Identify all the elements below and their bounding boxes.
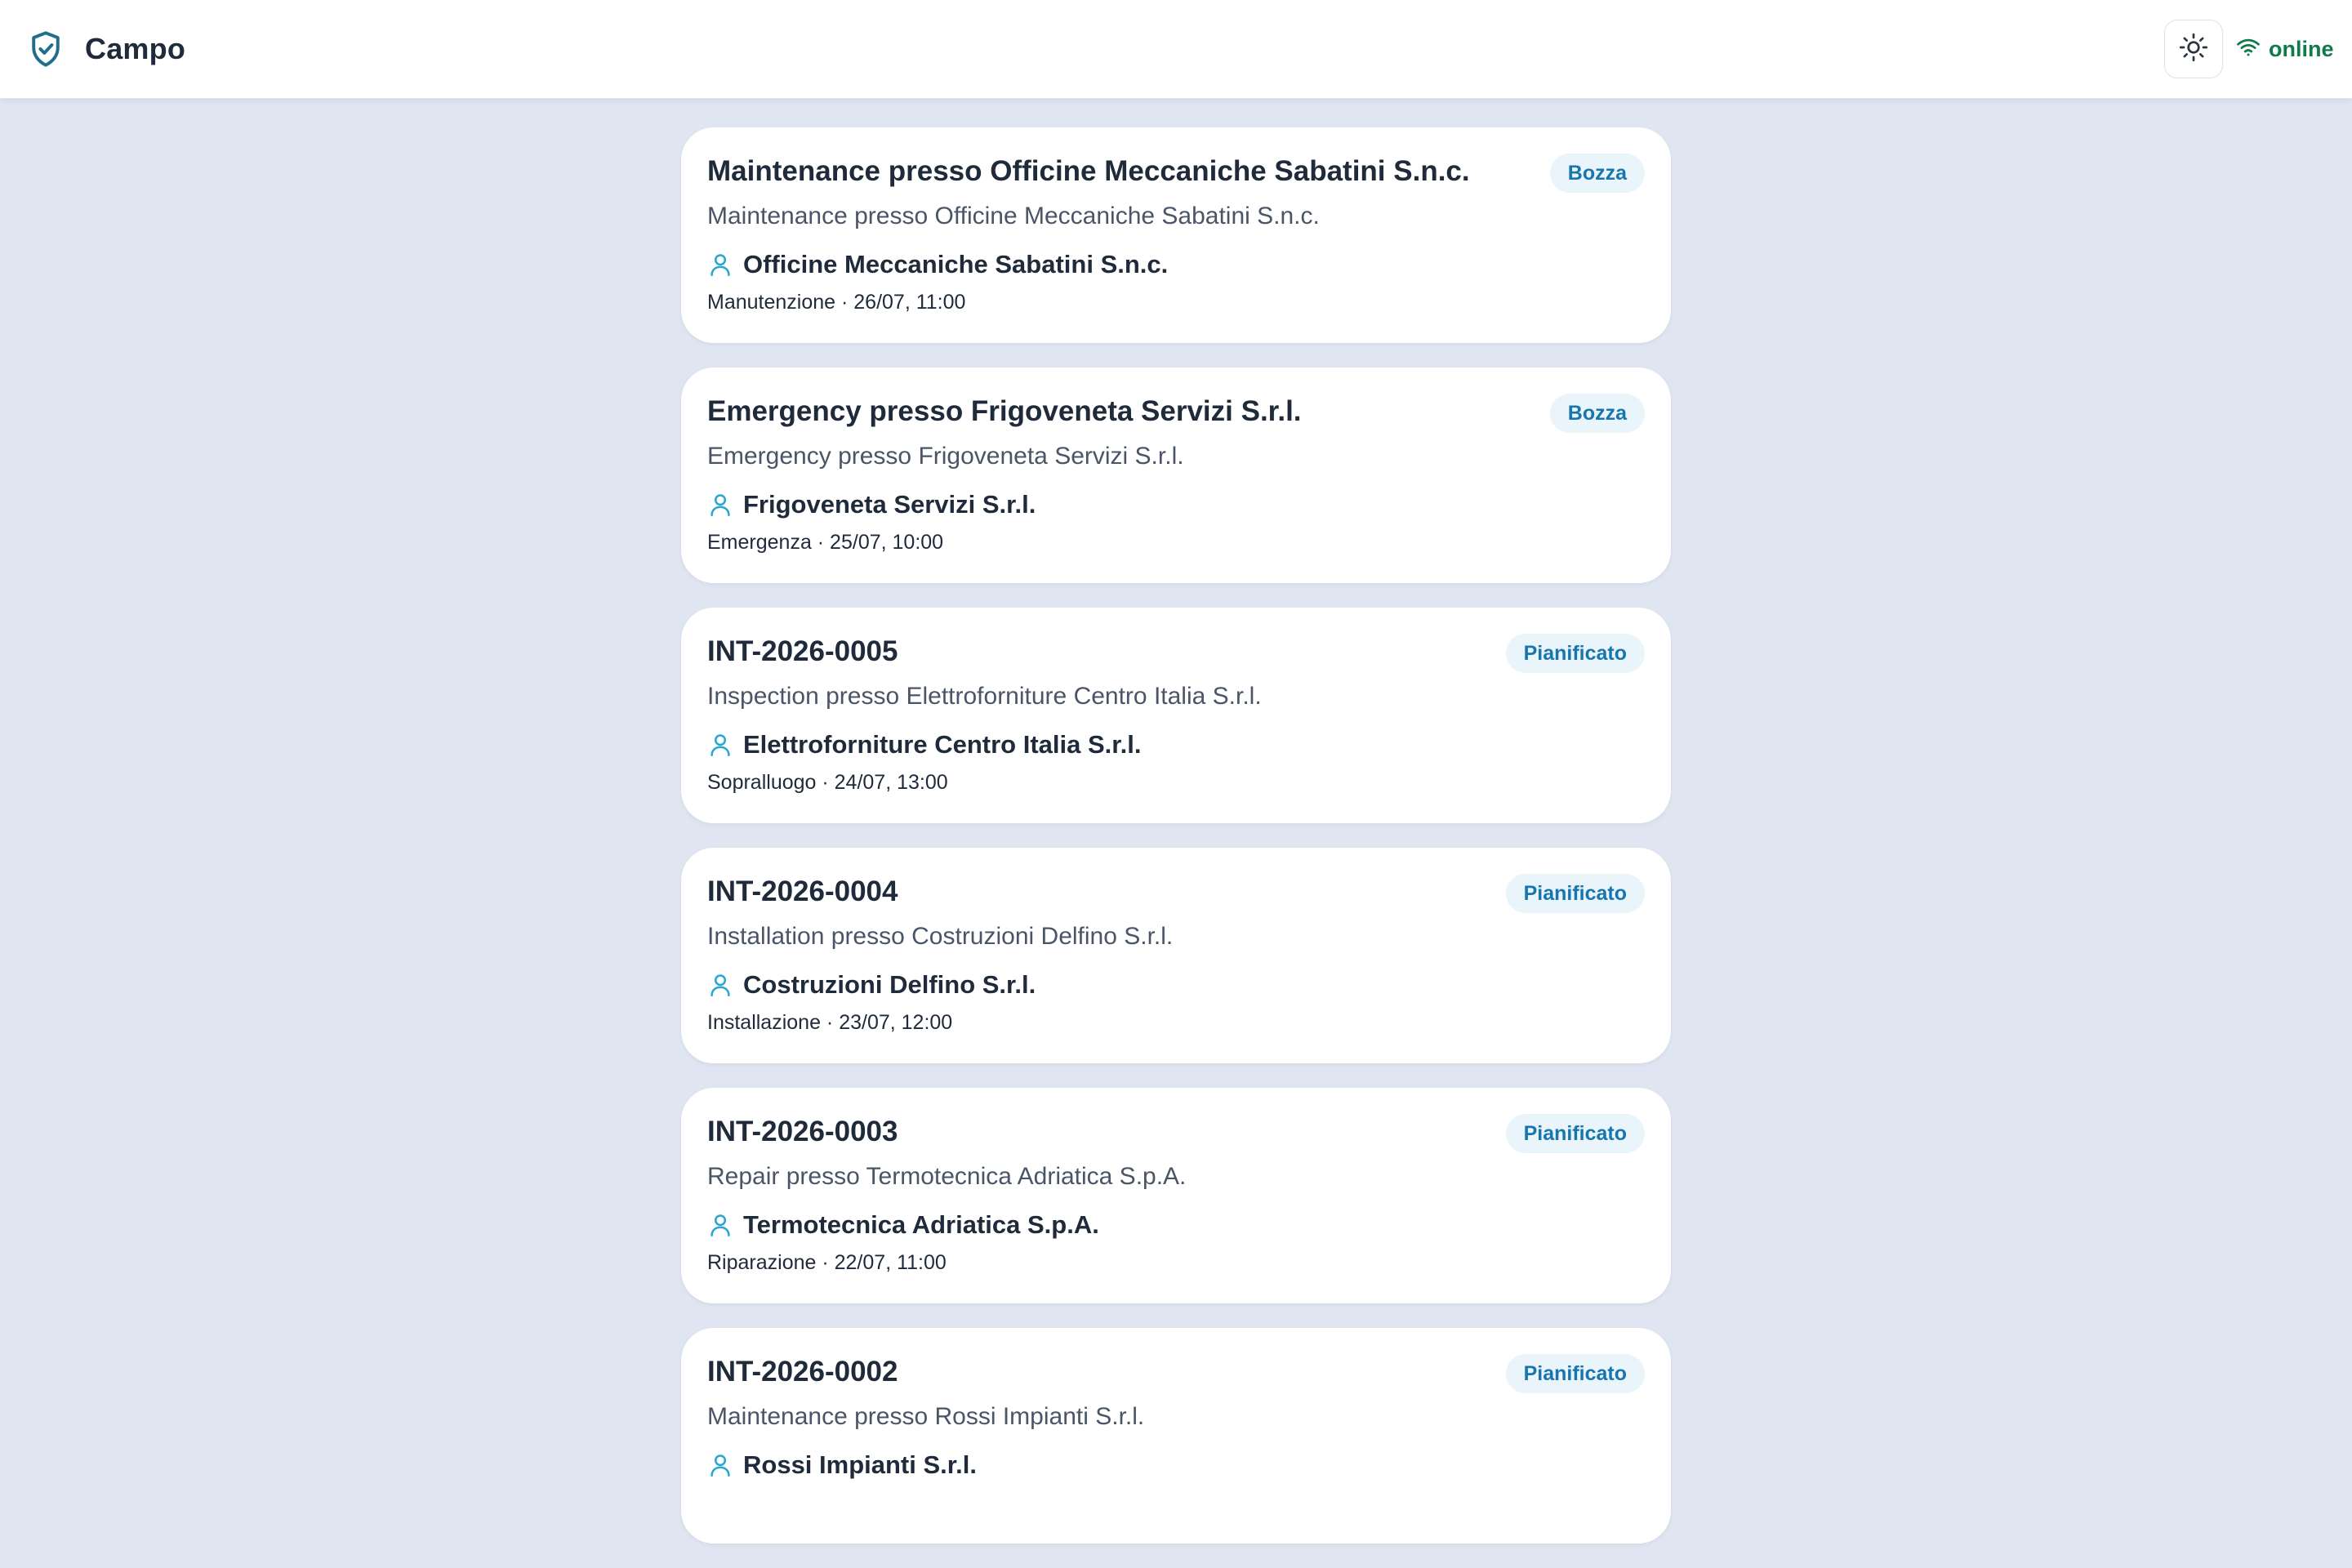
intervention-meta: Manutenzione · 26/07, 11:00 [707, 291, 966, 314]
client-name: Frigoveneta Servizi S.r.l. [743, 490, 1036, 519]
status-badge: Pianificato [1505, 874, 1645, 913]
client-row: Costruzioni Delfino S.r.l. [707, 969, 1036, 1001]
person-icon [707, 1212, 733, 1238]
person-icon [707, 252, 733, 278]
intervention-meta: Emergenza · 25/07, 10:00 [707, 531, 944, 554]
client-row: Rossi Impianti S.r.l. [707, 1449, 977, 1481]
intervention-title: Maintenance presso Officine Meccaniche S… [707, 155, 1470, 187]
intervention-meta: Riparazione · 22/07, 11:00 [707, 1251, 947, 1274]
intervention-description: Maintenance presso Rossi Impianti S.r.l. [707, 1403, 1145, 1430]
client-name: Rossi Impianti S.r.l. [743, 1450, 977, 1479]
intervention-title: INT-2026-0005 [707, 635, 898, 667]
intervention-card[interactable]: Maintenance presso Officine Meccaniche S… [681, 127, 1671, 343]
status-badge: Pianificato [1505, 634, 1645, 673]
intervention-card[interactable]: INT-2026-0005 Pianificato Inspection press… [681, 608, 1671, 823]
theme-toggle-button[interactable] [2164, 20, 2223, 78]
intervention-list: Maintenance presso Officine Meccaniche S… [681, 127, 1671, 1568]
status-badge: Bozza [1549, 154, 1645, 193]
client-name: Termotecnica Adriatica S.p.A. [743, 1210, 1099, 1239]
intervention-card[interactable]: Emergency presso Frigoveneta Servizi S.r… [681, 368, 1671, 583]
brand: Campo [28, 24, 185, 74]
intervention-title: INT-2026-0004 [707, 875, 898, 907]
intervention-meta: Installazione · 23/07, 12:00 [707, 1011, 953, 1034]
client-row: Elettroforniture Centro Italia S.r.l. [707, 728, 1141, 761]
intervention-description: Emergency presso Frigoveneta Servizi S.r… [707, 443, 1184, 470]
status-badge: Pianificato [1505, 1114, 1645, 1153]
client-row: Officine Meccaniche Sabatini S.n.c. [707, 248, 1168, 281]
app-title: Campo [85, 32, 186, 65]
client-name: Officine Meccaniche Sabatini S.n.c. [743, 250, 1169, 278]
client-name: Costruzioni Delfino S.r.l. [743, 970, 1036, 999]
shield-check-icon [28, 29, 64, 69]
client-row: Frigoveneta Servizi S.r.l. [707, 488, 1036, 521]
client-row: Termotecnica Adriatica S.p.A. [707, 1209, 1099, 1241]
intervention-title: Emergency presso Frigoveneta Servizi S.r… [707, 395, 1302, 427]
client-name: Elettroforniture Centro Italia S.r.l. [743, 730, 1142, 759]
intervention-title: INT-2026-0002 [707, 1356, 898, 1388]
wifi-icon [2236, 37, 2261, 62]
person-icon [707, 732, 733, 758]
intervention-meta: Sopralluogo · 24/07, 13:00 [707, 771, 948, 794]
intervention-description: Inspection presso Elettroforniture Centr… [707, 683, 1262, 710]
top-bar: Campo online [0, 0, 2352, 99]
person-icon [707, 1452, 733, 1478]
status-badge: Pianificato [1505, 1354, 1645, 1393]
intervention-description: Installation presso Costruzioni Delfino … [707, 923, 1174, 950]
intervention-description: Maintenance presso Officine Meccaniche S… [707, 203, 1320, 229]
intervention-card[interactable]: INT-2026-0004 Pianificato Installation pre… [681, 848, 1671, 1063]
intervention-card[interactable]: INT-2026-0002 Pianificato Maintenance pres… [681, 1328, 1671, 1544]
intervention-card[interactable]: INT-2026-0003 Pianificato Repair presso Te… [681, 1088, 1671, 1303]
person-icon [707, 972, 733, 998]
status-label: online [2269, 36, 2334, 61]
status-badge: Bozza [1549, 394, 1645, 433]
sun-icon [2179, 33, 2208, 66]
intervention-title: INT-2026-0003 [707, 1116, 898, 1147]
intervention-description: Repair presso Termotecnica Adriatica S.p… [707, 1163, 1187, 1190]
connection-status: online [2236, 33, 2334, 65]
person-icon [707, 492, 733, 518]
